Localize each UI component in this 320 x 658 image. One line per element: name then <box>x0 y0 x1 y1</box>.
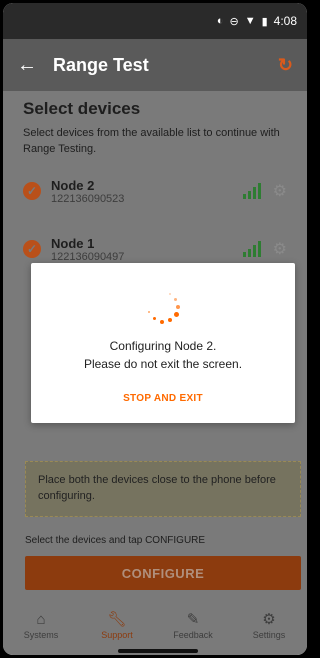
device-settings-icon[interactable]: ⚙ <box>273 181 287 201</box>
status-bar: ◐ ⊖ ▼ ▮ 4:08 <box>3 3 307 39</box>
loading-spinner-icon <box>143 289 183 329</box>
configure-instruction: Select the devices and tap CONFIGURE <box>25 535 206 546</box>
checkbox-checked-icon[interactable]: ✓ <box>23 182 41 200</box>
nav-item-feedback[interactable]: ✎ Feedback <box>155 603 231 647</box>
configure-button[interactable]: CONFIGURE <box>25 556 301 590</box>
phone-screen: ◐ ⊖ ▼ ▮ 4:08 ← Range Test ↻ Select devic… <box>3 3 307 655</box>
checkbox-checked-icon[interactable]: ✓ <box>23 240 41 258</box>
device-row-node-2[interactable]: ✓ Node 2 122136090523 ⚙ <box>3 169 307 213</box>
nav-item-support[interactable]: 🔧︎ Support <box>79 603 155 647</box>
status-time: 4:08 <box>273 14 297 28</box>
device-settings-icon[interactable]: ⚙ <box>273 239 287 259</box>
nav-item-systems[interactable]: ⌂ Systems <box>3 603 79 647</box>
data-saver-icon: ◐ <box>216 15 224 27</box>
page-title: Range Test <box>53 54 149 75</box>
refresh-icon[interactable]: ↻ <box>278 55 293 76</box>
nav-label: Systems <box>23 629 59 640</box>
configuring-dialog: Configuring Node 2. Please do not exit t… <box>31 263 295 423</box>
wifi-icon: ▼ <box>244 15 256 27</box>
signal-strength-icon <box>242 183 261 199</box>
dialog-message-line1: Configuring Node 2. <box>109 339 217 353</box>
device-name: Node 2 <box>51 177 95 193</box>
section-subtitle: Select devices from the available list t… <box>23 127 280 155</box>
nav-label: Support <box>101 630 133 640</box>
app-bar: ← Range Test ↻ <box>3 39 307 91</box>
wrench-icon: 🔧︎ <box>107 611 127 628</box>
device-id: 122136090523 <box>51 192 125 205</box>
signal-strength-icon <box>242 241 261 257</box>
dialog-message-line2: Please do not exit the screen. <box>83 357 243 371</box>
stop-and-exit-button[interactable]: STOP AND EXIT <box>31 393 295 404</box>
section-title: Select devices <box>23 99 141 118</box>
feedback-icon: ✎ <box>186 611 200 628</box>
do-not-disturb-icon: ⊖ <box>229 15 239 28</box>
device-id: 122136090497 <box>51 250 125 263</box>
nav-item-settings[interactable]: ⚙ Settings <box>231 603 307 647</box>
gear-icon: ⚙ <box>262 611 276 628</box>
home-indicator[interactable] <box>118 649 198 653</box>
placement-hint: Place both the devices close to the phon… <box>25 461 301 517</box>
device-name: Node 1 <box>51 235 95 251</box>
back-arrow-icon[interactable]: ← <box>17 54 43 77</box>
battery-icon: ▮ <box>261 15 268 28</box>
nav-label: Feedback <box>173 630 213 640</box>
bottom-navigation: ⌂ Systems 🔧︎ Support ✎ Feedback ⚙ Settin… <box>3 603 307 647</box>
nav-label: Settings <box>252 630 286 640</box>
home-icon: ⌂ <box>36 610 46 628</box>
